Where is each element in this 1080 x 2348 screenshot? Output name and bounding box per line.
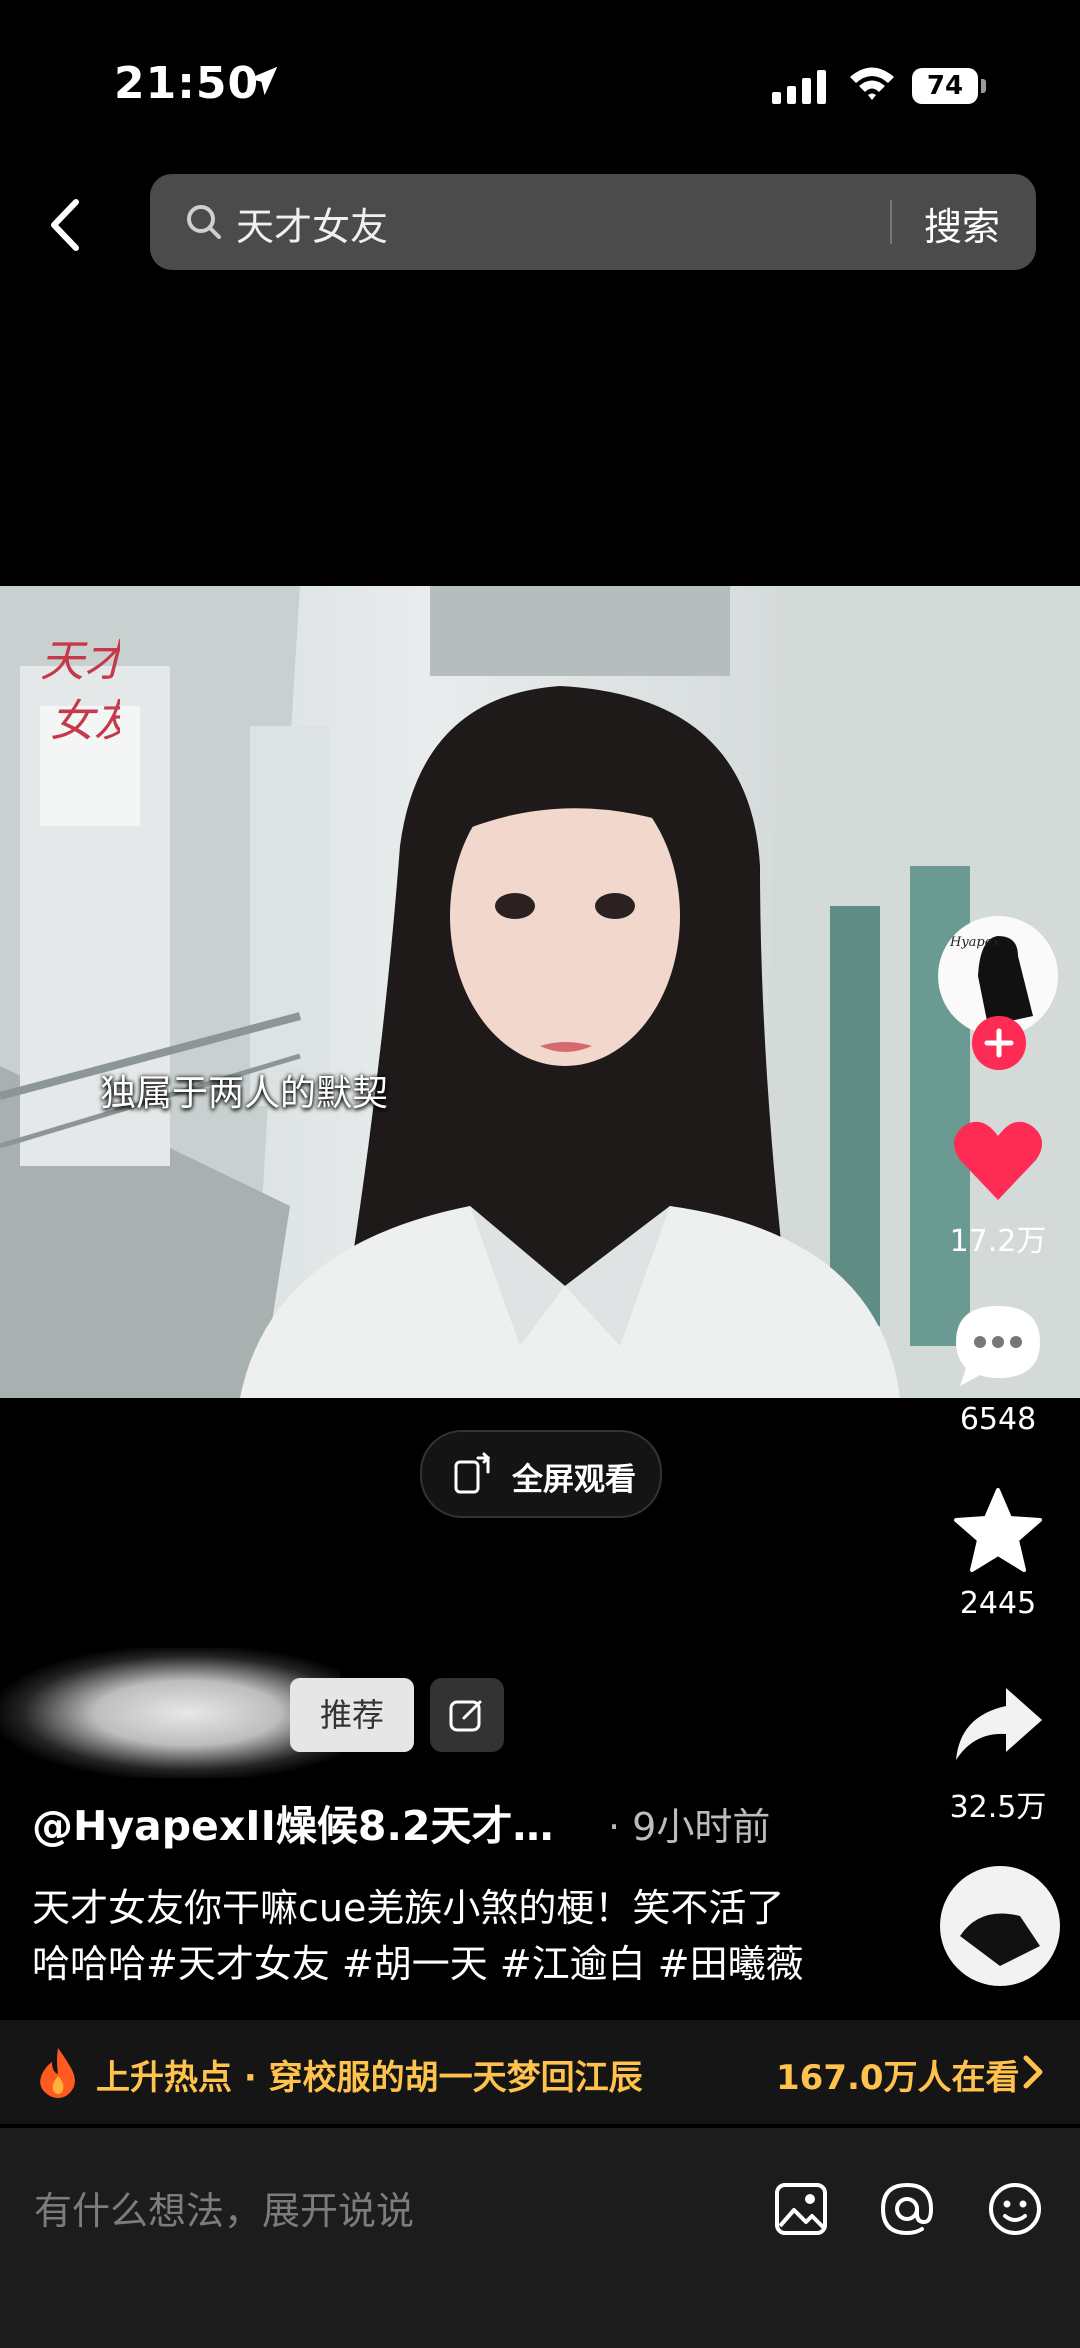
back-button[interactable]: [36, 190, 96, 260]
mention-at-icon[interactable]: [878, 2180, 936, 2238]
chevron-right-icon: [1023, 2055, 1043, 2089]
svg-text:Hyapex: Hyapex: [949, 935, 1000, 950]
comment-input[interactable]: 有什么想法，展开说说: [34, 2180, 414, 2235]
comment-bar: 有什么想法，展开说说: [0, 2128, 1080, 2348]
hot-topic-bar[interactable]: 上升热点 · 穿校服的胡一天梦回江辰 167.0万人在看: [0, 2020, 1080, 2124]
share-count: 32.5万: [949, 1790, 1047, 1825]
cellular-signal-icon: [772, 70, 826, 104]
status-bar: 21:50 74: [0, 0, 1080, 170]
svg-text:女友: 女友: [50, 696, 120, 747]
edit-button[interactable]: [430, 1678, 504, 1752]
post-description: 天才女友你干嘛cue羌族小煞的梗！笑不活了 哈哈哈#天才女友 #胡一天 #江逾白…: [32, 1880, 902, 1992]
search-divider: [890, 200, 892, 244]
drama-logo-watermark: 天才 女友: [40, 636, 120, 747]
hot-topic-label: 上升热点 · 穿校服的胡一天梦回江辰: [96, 2058, 643, 2098]
search-button[interactable]: 搜索: [924, 196, 1000, 251]
comment-count: 6548: [959, 1402, 1037, 1437]
post-time: · 9小时前: [608, 1805, 771, 1849]
rotate-screen-icon: [454, 1452, 491, 1494]
status-time: 21:50: [114, 58, 260, 109]
music-disc-avatar[interactable]: [940, 1866, 1060, 1986]
fullscreen-button[interactable]: 全屏观看: [420, 1430, 662, 1518]
star-favorite-icon[interactable]: [950, 1486, 1046, 1576]
video-subtitle: 独属于两人的默契: [100, 1073, 389, 1114]
search-bar[interactable]: 天才女友 搜索: [150, 174, 1036, 270]
video-player[interactable]: 天才 女友 独属于两人的默契: [0, 586, 1080, 1398]
description-line-2[interactable]: 哈哈哈#天才女友 #胡一天 #江逾白 #田曦薇: [32, 1936, 902, 1992]
edit-pencil-icon: [449, 1700, 482, 1732]
image-picker-icon[interactable]: [772, 2180, 830, 2238]
recommend-tag[interactable]: 推荐: [290, 1678, 414, 1752]
emoji-smile-icon[interactable]: [986, 2180, 1044, 2238]
svg-text:天才: 天才: [40, 636, 120, 687]
music-disc-figure-icon: [960, 1913, 1040, 1966]
search-input[interactable]: 天才女友: [236, 196, 388, 251]
location-arrow-icon: [248, 66, 278, 96]
redacted-blur-area: [0, 1648, 340, 1778]
like-count: 17.2万: [949, 1224, 1047, 1259]
share-arrow-icon[interactable]: [950, 1680, 1046, 1770]
video-frame-image: [0, 586, 1080, 1398]
wifi-icon: [850, 67, 894, 100]
fullscreen-label: 全屏观看: [512, 1462, 636, 1498]
favorite-count: 2445: [959, 1586, 1037, 1621]
hot-viewer-count: 167.0万人在看: [776, 2058, 1020, 2098]
follow-plus-icon[interactable]: [972, 1016, 1026, 1070]
battery-indicator: 74: [912, 68, 986, 104]
search-icon: [187, 205, 221, 239]
fire-icon: [40, 2048, 75, 2098]
comment-bubble-icon[interactable]: [950, 1300, 1046, 1390]
author-name[interactable]: @HyapexII燥候8.2天才…: [32, 1792, 553, 1852]
description-line-1: 天才女友你干嘛cue羌族小煞的梗！笑不活了: [32, 1886, 785, 1930]
heart-like-icon[interactable]: [950, 1116, 1046, 1206]
